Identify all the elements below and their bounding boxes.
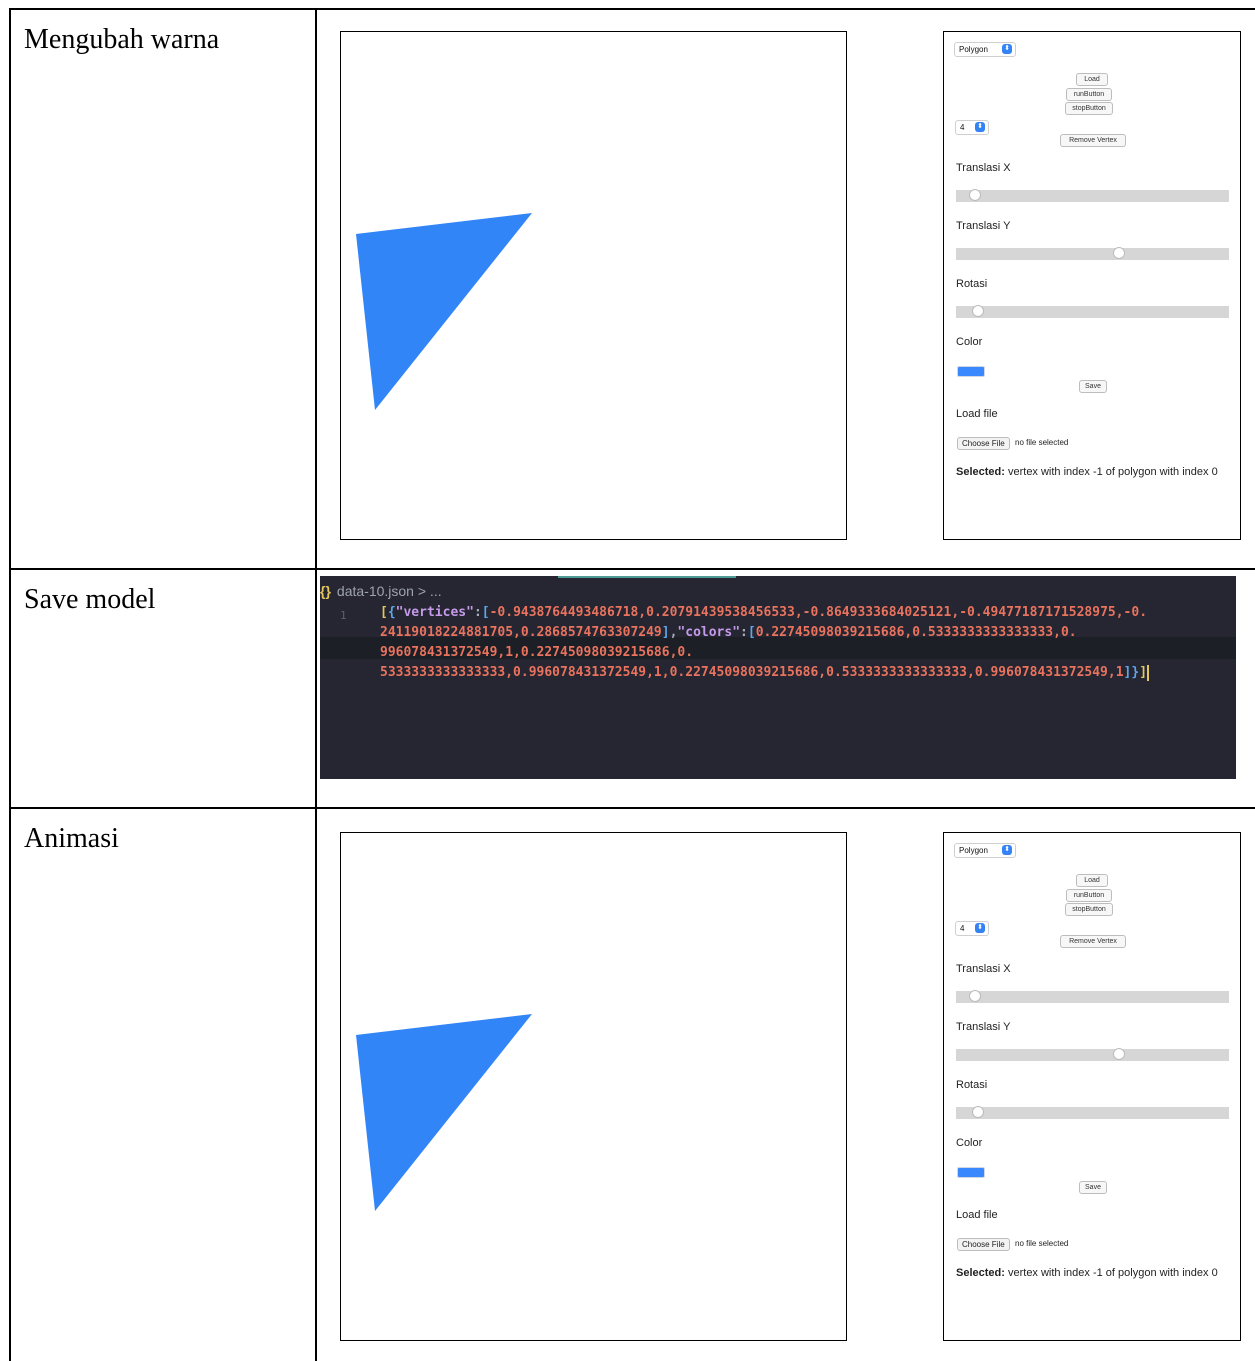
- no-file-text: no file selected: [1015, 438, 1069, 447]
- shape-select[interactable]: Polygon ⬍: [954, 843, 1016, 858]
- color-picker[interactable]: [957, 1167, 985, 1178]
- tab-indicator: [558, 576, 736, 578]
- control-panel: Polygon ⬍ Load runButton stopButton 4 ⬍ Re…: [943, 31, 1241, 540]
- selected-text: vertex with index -1 of polygon with ind…: [1004, 466, 1218, 478]
- slider-thumb[interactable]: [1112, 1048, 1125, 1060]
- translasi-y-slider[interactable]: [956, 247, 1229, 260]
- vertex-count-select[interactable]: 4 ⬍: [955, 921, 989, 936]
- translasi-y-label: Translasi Y: [956, 1021, 1011, 1033]
- color-label: Color: [956, 1137, 983, 1149]
- load-file-label: Load file: [956, 408, 998, 420]
- run-button[interactable]: runButton: [1066, 88, 1112, 101]
- row-label: Mengubah warna: [24, 24, 220, 55]
- polygon-shape[interactable]: [356, 1014, 532, 1211]
- canvas-drawing: [356, 213, 532, 410]
- row-label: Animasi: [24, 823, 119, 854]
- canvas-drawing: [356, 1014, 532, 1211]
- slider-thumb[interactable]: [969, 189, 982, 201]
- translasi-x-slider[interactable]: [956, 990, 1229, 1003]
- color-picker[interactable]: [957, 366, 985, 377]
- vertex-count-value: 4: [960, 924, 965, 933]
- polygon-shape[interactable]: [356, 213, 532, 410]
- selected-status: Selected: vertex with index -1 of polygo…: [956, 1267, 1218, 1279]
- colors-values-line3: 5333333333333333,0.996078431372549,1,0.2…: [380, 665, 1124, 680]
- choose-file-button[interactable]: Choose File: [957, 1238, 1010, 1251]
- vertex-count-select[interactable]: 4 ⬍: [955, 120, 989, 135]
- translasi-y-slider[interactable]: [956, 1048, 1229, 1061]
- stop-button[interactable]: stopButton: [1065, 903, 1113, 916]
- control-panel-animation: Polygon ⬍ Load runButton stopButton 4 ⬍ Re…: [943, 832, 1241, 1341]
- text-cursor: [1147, 664, 1150, 681]
- translasi-x-slider[interactable]: [956, 189, 1229, 202]
- vertex-count-value: 4: [960, 123, 965, 132]
- json-code[interactable]: [{"vertices":[-0.9438764493486718,0.2079…: [380, 603, 1150, 683]
- webgl-canvas-animation[interactable]: [340, 832, 847, 1341]
- no-file-text: no file selected: [1015, 1239, 1069, 1248]
- color-label: Color: [956, 336, 983, 348]
- slider-thumb[interactable]: [1112, 247, 1125, 259]
- choose-file-button[interactable]: Choose File: [957, 437, 1010, 450]
- vertices-values-line1: -0.9438764493486718,0.20791439538456533,…: [489, 605, 1148, 620]
- vertices-key: "vertices": [395, 605, 474, 620]
- json-file-icon: {}: [320, 583, 331, 599]
- shape-select[interactable]: Polygon ⬍: [954, 42, 1016, 57]
- chevron-updown-icon: ⬍: [1002, 44, 1012, 54]
- rotasi-slider[interactable]: [956, 305, 1229, 318]
- selected-label: Selected:: [956, 466, 1005, 478]
- selected-status: Selected: vertex with index -1 of polygo…: [956, 466, 1218, 478]
- load-button[interactable]: Load: [1076, 73, 1108, 86]
- chevron-updown-icon: ⬍: [975, 923, 985, 933]
- code-editor: {} data-10.json > ... 1 [{"vertices":[-0.…: [320, 576, 1236, 779]
- rotasi-label: Rotasi: [956, 1079, 988, 1091]
- shape-select-value: Polygon: [959, 45, 988, 54]
- webgl-canvas[interactable]: [340, 31, 847, 540]
- slider-thumb[interactable]: [971, 305, 984, 317]
- breadcrumb-filename: data-10.json: [336, 583, 414, 599]
- save-button[interactable]: Save: [1079, 380, 1107, 393]
- load-button[interactable]: Load: [1076, 874, 1108, 887]
- run-button[interactable]: runButton: [1066, 889, 1112, 902]
- selected-text: vertex with index -1 of polygon with ind…: [1004, 1267, 1218, 1279]
- translasi-x-label: Translasi X: [956, 963, 1011, 975]
- colors-values-line1: 0.22745098039215686,0.5333333333333333,0…: [755, 625, 1077, 640]
- slider-thumb[interactable]: [969, 990, 982, 1002]
- row-label: Save model: [24, 584, 156, 615]
- translasi-y-label: Translasi Y: [956, 220, 1011, 232]
- colors-values-line2: 996078431372549,1,0.22745098039215686,0.: [380, 645, 694, 660]
- breadcrumb-tail: > ...: [413, 583, 442, 599]
- stop-button[interactable]: stopButton: [1065, 102, 1113, 115]
- rotasi-label: Rotasi: [956, 278, 988, 290]
- selected-label: Selected:: [956, 1267, 1005, 1279]
- line-number: 1: [340, 609, 347, 622]
- remove-vertex-button[interactable]: Remove Vertex: [1060, 134, 1126, 147]
- rotasi-slider[interactable]: [956, 1106, 1229, 1119]
- colors-key: "colors": [677, 625, 741, 640]
- remove-vertex-button[interactable]: Remove Vertex: [1060, 935, 1126, 948]
- chevron-updown-icon: ⬍: [975, 122, 985, 132]
- chevron-updown-icon: ⬍: [1002, 845, 1012, 855]
- load-file-label: Load file: [956, 1209, 998, 1221]
- save-button[interactable]: Save: [1079, 1181, 1107, 1194]
- vertices-values-line2: 24119018224881705,0.2868574763307249: [380, 625, 662, 640]
- shape-select-value: Polygon: [959, 846, 988, 855]
- translasi-x-label: Translasi X: [956, 162, 1011, 174]
- breadcrumb[interactable]: {} data-10.json > ...: [320, 583, 442, 599]
- slider-thumb[interactable]: [971, 1106, 984, 1118]
